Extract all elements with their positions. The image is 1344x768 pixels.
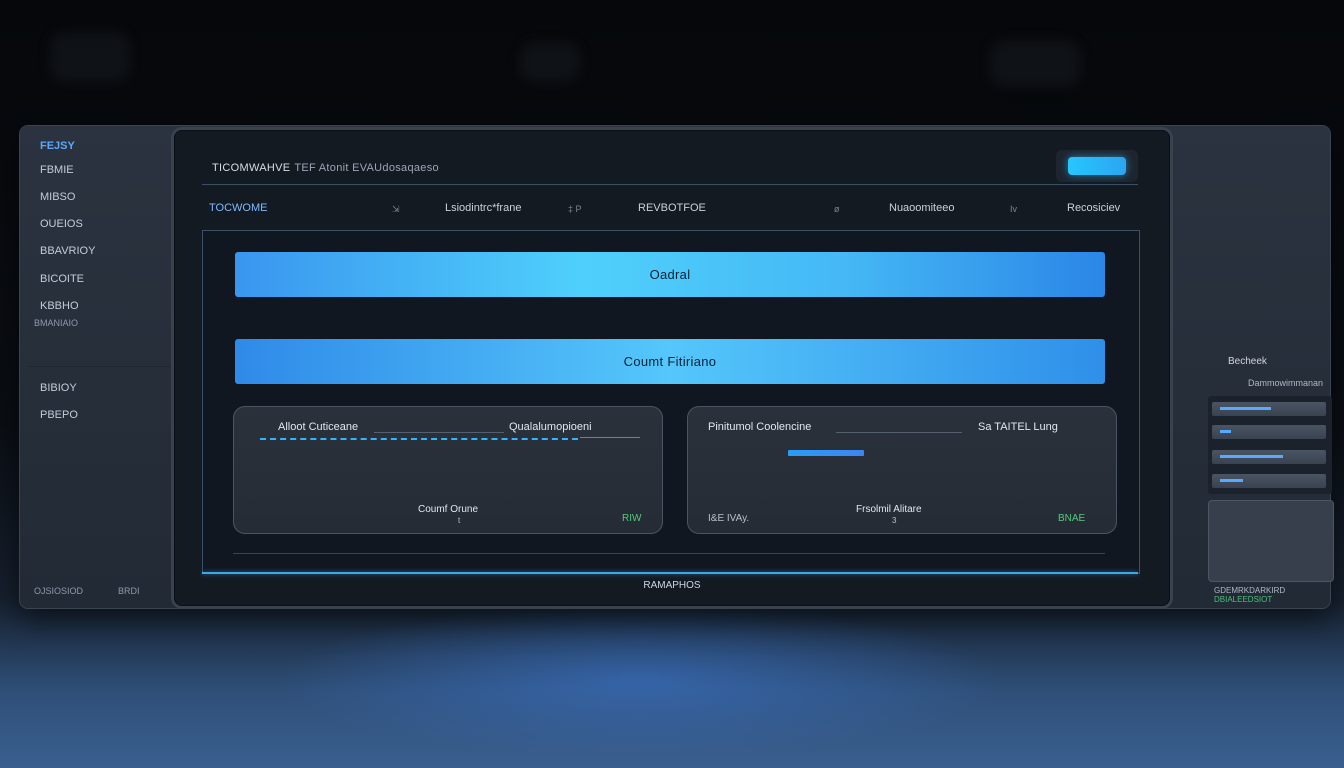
tab-separator: ø	[834, 204, 840, 214]
app-title: TICOMWAHVE	[212, 162, 291, 174]
main-screen: TICOMWAHVE TEF Atonit EVAUdosaqaeso TOCWO…	[174, 130, 1170, 606]
right-panel-footer: GDEMRKDARKIRD DBIALEEDSIOT	[1214, 586, 1285, 604]
card-metric: BNAE	[1058, 513, 1086, 524]
progress-fill	[788, 450, 865, 456]
bokeh-light	[520, 42, 580, 82]
tab-5[interactable]: Recosiciev	[1067, 202, 1120, 214]
card-label-right: Sa TAITEL Lung	[978, 421, 1058, 433]
sidebar-item[interactable]: FBMIE	[40, 164, 74, 176]
sidebar-item[interactable]: MIBSO	[40, 191, 75, 203]
list-item-bar	[1220, 430, 1232, 433]
right-panel-footer-text2: DBIALEEDSIOT	[1214, 595, 1273, 604]
header-divider	[202, 184, 1138, 185]
card-footer: Frsolmil Alitare	[856, 504, 922, 515]
tab-arrow-icon: ⇲	[392, 204, 400, 214]
primary-bar-button[interactable]: Oadral	[235, 252, 1105, 297]
bokeh-light	[50, 32, 130, 82]
preview-thumbnail[interactable]	[1208, 500, 1334, 582]
sidebar-item[interactable]: KBBHO	[40, 300, 79, 312]
list-item[interactable]	[1212, 402, 1326, 416]
tab-separator: ‡ P	[568, 204, 582, 214]
sidebar-item[interactable]: PBEPO	[40, 409, 78, 421]
stat-card-right[interactable]: Pinitumol Coolencine Sa TAITEL Lung I&E …	[687, 406, 1117, 534]
right-panel-footer-text: GDEMRKDARKIRD	[1214, 586, 1286, 595]
card-label-left: Alloot Cuticeane	[278, 421, 359, 433]
progress-bar	[788, 450, 1034, 456]
list-item[interactable]	[1212, 474, 1326, 488]
trend-line	[260, 438, 578, 440]
card-divider	[836, 432, 962, 433]
sidebar-sub-label: BMANIAIO	[34, 318, 79, 328]
trend-line-tail	[580, 437, 640, 438]
page-title: TICOMWAHVE TEF Atonit EVAUdosaqaeso	[212, 162, 439, 174]
sidebar-item[interactable]: OUEIOS	[40, 218, 83, 230]
tab-3[interactable]: REVBOTFOE	[638, 202, 706, 214]
sidebar-divider	[28, 366, 170, 367]
sidebar-item[interactable]: BICOITE	[40, 273, 84, 285]
right-panel-title: Becheek	[1228, 356, 1267, 367]
bokeh-light	[990, 40, 1080, 86]
card-footer: Coumf Orune	[418, 504, 479, 515]
sidebar: FEJSY FBMIE MIBSO OUEIOS BBAVRIOY BICOIT…	[20, 126, 170, 608]
right-panel-list	[1208, 396, 1332, 494]
card-label-left: Pinitumol Coolencine	[708, 421, 812, 433]
panel-divider	[233, 553, 1105, 554]
sidebar-brand: FEJSY	[40, 140, 75, 152]
stat-card-left[interactable]: Alloot Cuticeane Qualalumopioeni Coumf O…	[233, 406, 663, 534]
tab-2[interactable]: Lsiodintrc*frane	[445, 202, 521, 214]
card-footer-sub: t	[458, 516, 461, 525]
right-panel: Becheek Dammowimmanan GDEMRKDARKIRD DBIA…	[1190, 126, 1334, 608]
list-item[interactable]	[1212, 425, 1326, 439]
footer-accent-line	[202, 572, 1138, 574]
right-panel-subtitle: Dammowimmanan	[1248, 378, 1324, 388]
list-item-bar	[1220, 455, 1283, 458]
tab-separator: Iv	[1010, 204, 1018, 214]
tab-1[interactable]: TOCWOME	[209, 202, 267, 214]
secondary-bar-button[interactable]: Coumt Fitiriano	[235, 339, 1105, 384]
sidebar-item[interactable]: BIBIOY	[40, 382, 77, 394]
list-item[interactable]	[1212, 450, 1326, 464]
sidebar-footer-left: OJSIOSIOD	[34, 586, 84, 596]
sidebar-item[interactable]: BBAVRIOY	[40, 245, 95, 257]
tab-4[interactable]: Nuaoomiteeo	[889, 202, 954, 214]
primary-action-button[interactable]	[1068, 157, 1126, 175]
card-bottom-label: I&E IVAy.	[708, 513, 750, 524]
card-metric: RIW	[622, 513, 642, 524]
card-divider	[374, 432, 504, 433]
card-label-right: Qualalumopioeni	[509, 421, 592, 433]
app-subtitle: TEF Atonit EVAUdosaqaeso	[294, 162, 439, 174]
list-item-bar	[1220, 479, 1243, 482]
sidebar-footer-right: BRDI	[118, 586, 140, 596]
card-footer-sub: 3	[892, 516, 897, 525]
list-item-bar	[1220, 407, 1272, 410]
content-panel: Oadral Coumt Fitiriano Alloot Cuticeane …	[202, 230, 1140, 574]
footer-label: RAMAPHOS	[643, 580, 701, 591]
